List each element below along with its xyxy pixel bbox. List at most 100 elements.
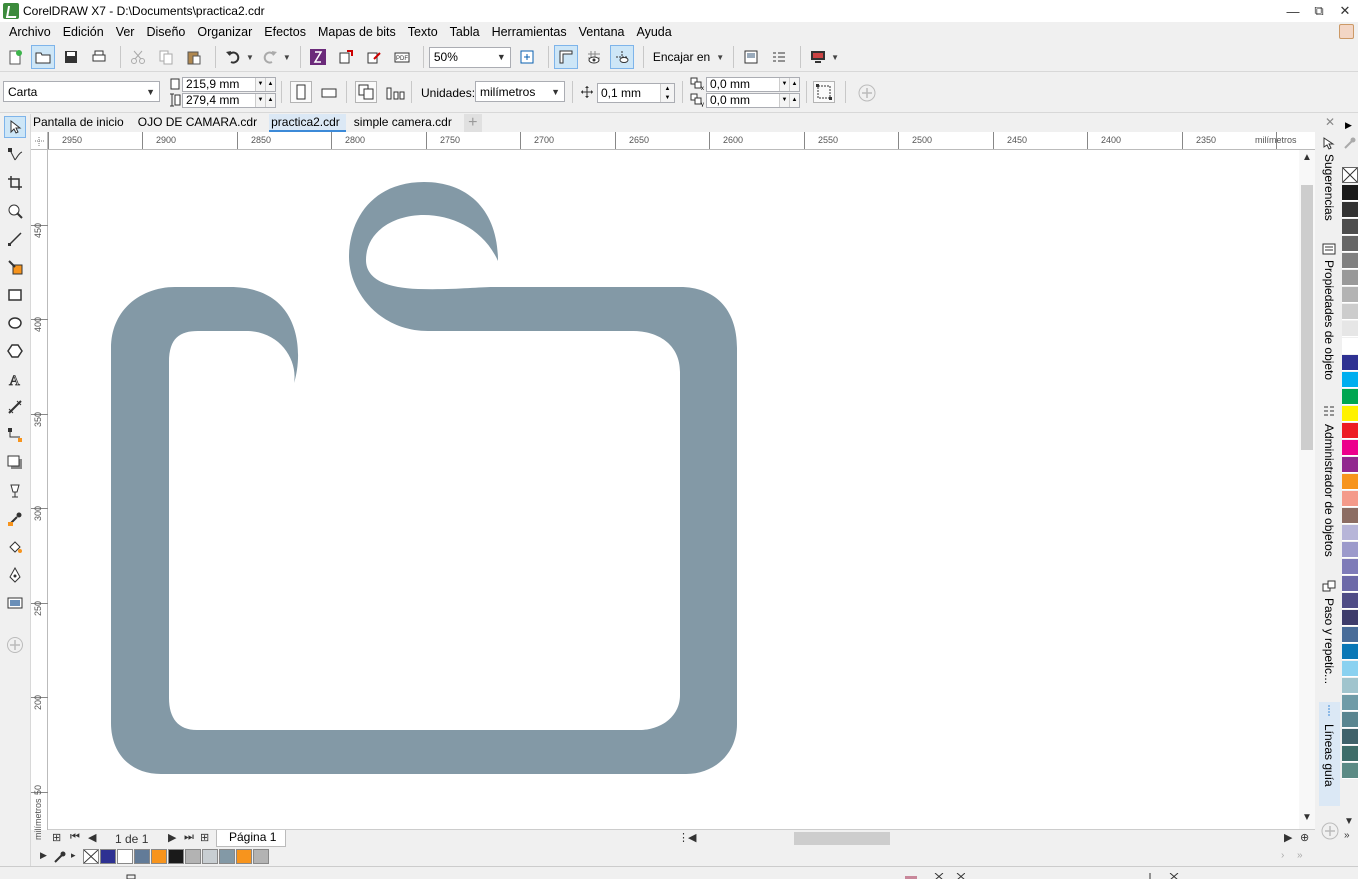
palette-color-swatch[interactable] xyxy=(1342,763,1358,779)
vertical-scroll-thumb[interactable] xyxy=(1301,185,1313,450)
palette-color-swatch[interactable] xyxy=(1342,236,1358,252)
palette-color-swatch[interactable] xyxy=(1342,185,1358,201)
text-tool[interactable]: A xyxy=(4,368,26,390)
menu-organizar[interactable]: Organizar xyxy=(191,25,258,39)
landscape-icon[interactable] xyxy=(319,83,341,103)
document-color-swatch[interactable] xyxy=(134,849,150,864)
zoom-tool[interactable] xyxy=(4,200,26,222)
copy-button[interactable] xyxy=(154,45,178,69)
customize-toolbox-button[interactable] xyxy=(4,634,26,656)
units-select[interactable]: milímetros ▼ xyxy=(475,81,565,102)
all-pages-button[interactable] xyxy=(355,81,377,103)
vertical-scrollbar[interactable]: ▲ ▼ xyxy=(1299,150,1315,829)
palette-color-swatch[interactable] xyxy=(1342,491,1358,507)
scroll-down-icon[interactable]: ▼ xyxy=(1301,812,1313,823)
crop-tool[interactable] xyxy=(4,172,26,194)
nudge-distance-input[interactable]: 0,1 mm ▲ ▼ xyxy=(597,83,675,103)
color-eyedropper-tool[interactable] xyxy=(4,508,26,530)
export-button[interactable] xyxy=(362,45,386,69)
redo-button[interactable] xyxy=(258,45,282,69)
connector-tool[interactable] xyxy=(4,424,26,446)
palette-color-swatch[interactable] xyxy=(1342,525,1358,541)
add-docker-icon[interactable] xyxy=(1320,821,1340,841)
cut-button[interactable] xyxy=(126,45,150,69)
document-color-swatch[interactable] xyxy=(100,849,116,864)
import-button[interactable] xyxy=(334,45,358,69)
snap-dropdown-icon[interactable]: ▼ xyxy=(716,53,724,62)
new-tab-plus-icon[interactable]: + xyxy=(463,114,482,132)
palette-color-swatch[interactable] xyxy=(1342,576,1358,592)
duplicate-x-input[interactable]: 0,0 mm ▼ ▲ xyxy=(706,77,800,92)
next-page-icon[interactable]: ▶ xyxy=(168,831,176,844)
parallel-dimension-tool[interactable] xyxy=(4,396,26,418)
publish-pdf-button[interactable]: PDF xyxy=(390,45,414,69)
menu-diseno[interactable]: Diseño xyxy=(140,25,191,39)
user-account-icon[interactable] xyxy=(1339,24,1354,39)
new-document-button[interactable] xyxy=(3,45,27,69)
palette-color-swatch[interactable] xyxy=(1342,321,1358,337)
palette-color-swatch[interactable] xyxy=(1342,746,1358,762)
treat-as-filled-button[interactable] xyxy=(813,81,835,103)
scroll-up-icon[interactable]: ▲ xyxy=(1301,152,1313,163)
menu-texto[interactable]: Texto xyxy=(402,25,444,39)
redo-dropdown-icon[interactable]: ▼ xyxy=(283,53,291,62)
palette-color-swatch[interactable] xyxy=(1342,304,1358,320)
no-fill-swatch[interactable] xyxy=(83,849,99,864)
duplicate-y-input[interactable]: 0,0 mm ▼ ▲ xyxy=(706,93,800,108)
menu-mapas-de-bits[interactable]: Mapas de bits xyxy=(312,25,402,39)
decrement-icon[interactable]: ▼ xyxy=(255,94,265,107)
page-height-input[interactable]: 279,4 mm ▼ ▲ xyxy=(182,93,276,108)
drawing-canvas[interactable] xyxy=(48,150,1299,829)
decrement-icon[interactable]: ▼ xyxy=(779,94,789,107)
palette-color-swatch[interactable] xyxy=(1342,423,1358,439)
document-color-swatch[interactable] xyxy=(185,849,201,864)
application-launcher-button[interactable] xyxy=(767,45,791,69)
smart-fill-tool[interactable] xyxy=(4,256,26,278)
save-button[interactable] xyxy=(59,45,83,69)
increment-icon[interactable]: ▲ xyxy=(265,94,275,107)
docker-tab-paso-y-repeticion[interactable]: Paso y repetic... xyxy=(1319,580,1340,690)
document-color-swatch[interactable] xyxy=(202,849,218,864)
increment-icon[interactable]: ▲ xyxy=(789,94,799,107)
palette-expand-all-icon[interactable]: » xyxy=(1297,850,1303,861)
menu-ayuda[interactable]: Ayuda xyxy=(630,25,677,39)
palette-color-swatch[interactable] xyxy=(1342,372,1358,388)
horizontal-ruler[interactable]: 2950 2900 2850 2800 2750 2700 2650 2600 … xyxy=(48,132,1315,150)
color-proof-tool[interactable] xyxy=(4,592,26,614)
menu-tabla[interactable]: Tabla xyxy=(444,25,486,39)
docker-tab-administrador-de-objetos[interactable]: Administrador de objetos xyxy=(1319,404,1340,564)
current-page-icon[interactable] xyxy=(384,83,406,103)
undo-button[interactable] xyxy=(221,45,245,69)
scroll-right-icon[interactable]: ▶ xyxy=(1284,831,1292,844)
palette-color-swatch[interactable] xyxy=(1342,661,1358,677)
show-grid-button[interactable] xyxy=(582,45,606,69)
last-page-icon[interactable]: ⏭ xyxy=(184,831,194,844)
palette-color-swatch[interactable] xyxy=(1342,712,1358,728)
palette-scroll-down-icon[interactable]: ▼ xyxy=(1344,816,1354,827)
close-button[interactable]: ✕ xyxy=(1332,0,1358,22)
snap-to-label[interactable]: Encajar en xyxy=(653,50,710,64)
docker-close-button[interactable]: ✕ xyxy=(1319,114,1340,134)
decrement-icon[interactable]: ▼ xyxy=(779,78,789,91)
first-page-icon[interactable]: ⏮ xyxy=(70,831,80,844)
restore-button[interactable]: ⧉ xyxy=(1306,0,1332,22)
document-color-swatch[interactable] xyxy=(219,849,235,864)
palette-flyout-icon[interactable]: ▶ xyxy=(1345,120,1352,131)
drop-shadow-tool[interactable] xyxy=(4,452,26,474)
page-size-select[interactable]: Carta ▼ xyxy=(3,81,160,102)
rectangle-tool[interactable] xyxy=(4,284,26,306)
polygon-tool[interactable] xyxy=(4,340,26,362)
freehand-tool[interactable] xyxy=(4,228,26,250)
palette-color-swatch[interactable] xyxy=(1342,474,1358,490)
add-plus-icon[interactable] xyxy=(857,83,877,103)
tab-pantalla-de-inicio[interactable]: Pantalla de inicio xyxy=(31,114,130,132)
docker-tab-lineas-guia[interactable]: Líneas guía xyxy=(1319,702,1340,806)
tab-simple-camera[interactable]: simple camera.cdr xyxy=(352,114,458,132)
palette-color-swatch[interactable] xyxy=(1342,219,1358,235)
document-color-swatch[interactable] xyxy=(168,849,184,864)
ruler-origin[interactable] xyxy=(31,132,48,150)
docker-tab-sugerencias[interactable]: Sugerencias xyxy=(1319,136,1340,236)
palette-color-swatch[interactable] xyxy=(1342,406,1358,422)
portrait-button[interactable] xyxy=(290,81,312,103)
palette-color-swatch[interactable] xyxy=(1342,542,1358,558)
